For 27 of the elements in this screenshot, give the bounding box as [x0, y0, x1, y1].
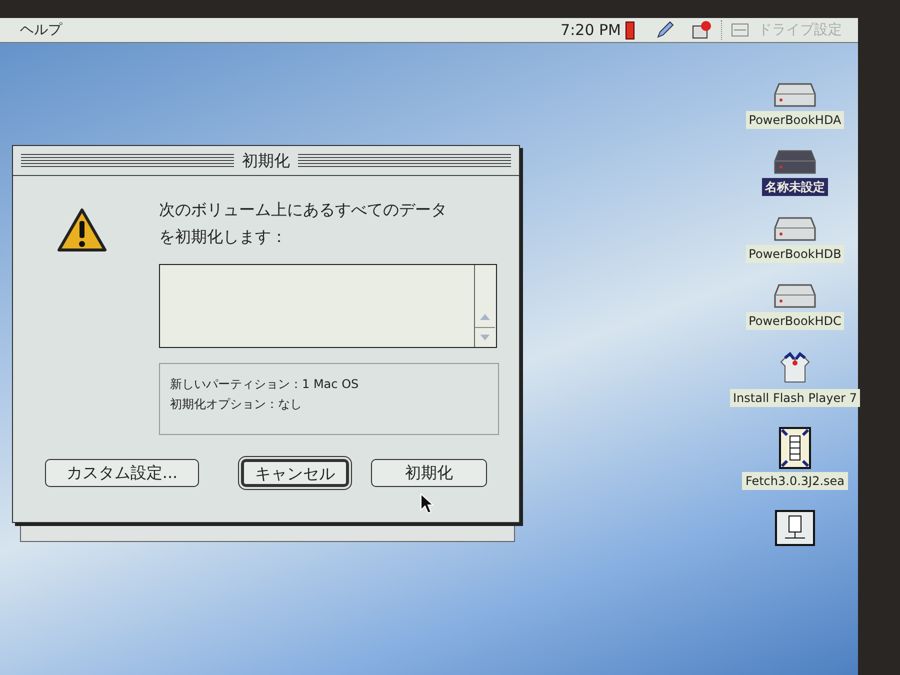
dialog-button[interactable]: カスタム設定...: [45, 459, 199, 487]
menu-item[interactable]: ヘルプ: [16, 20, 66, 40]
battery-icon: [625, 20, 635, 40]
warning-message: 次のボリューム上にあるすべてのデータを初期化します：: [159, 199, 448, 248]
application-switcher-icon[interactable]: [691, 20, 713, 40]
info-text: 初期化オプション：なし: [170, 396, 303, 413]
volume-list[interactable]: [159, 264, 497, 348]
hard-drive-icon[interactable]: [773, 149, 817, 175]
hard-drive-icon[interactable]: [772, 82, 817, 108]
warning-icon: [57, 208, 107, 252]
desktop-icon-label[interactable]: Fetch3.0.3J2.sea: [742, 472, 848, 490]
computer-document-icon[interactable]: [775, 510, 815, 546]
pencil-icon: [655, 20, 675, 40]
hard-drive-icon[interactable]: [773, 216, 817, 242]
compressed-archive-icon[interactable]: [778, 427, 811, 469]
dialog-button[interactable]: 初期化: [371, 459, 487, 487]
desktop-icon-label[interactable]: 名称未設定: [762, 178, 828, 196]
desktop-icon-label[interactable]: PowerBookHDA: [746, 111, 844, 129]
desktop-icon-label[interactable]: PowerBookHDB: [746, 245, 844, 263]
info-text: 新しいパーティション：1 Mac OS: [170, 376, 360, 393]
menu-clock: 7:20 PM: [560, 20, 621, 41]
desktop-icon-label[interactable]: PowerBookHDC: [746, 312, 844, 330]
window-title: 初期化: [242, 150, 290, 172]
desktop-icon-label[interactable]: Install Flash Player 7: [730, 389, 860, 407]
mouse-pointer-icon: [420, 493, 434, 515]
dialog-button[interactable]: キャンセル: [241, 459, 349, 487]
hard-drive-icon[interactable]: [772, 283, 817, 309]
